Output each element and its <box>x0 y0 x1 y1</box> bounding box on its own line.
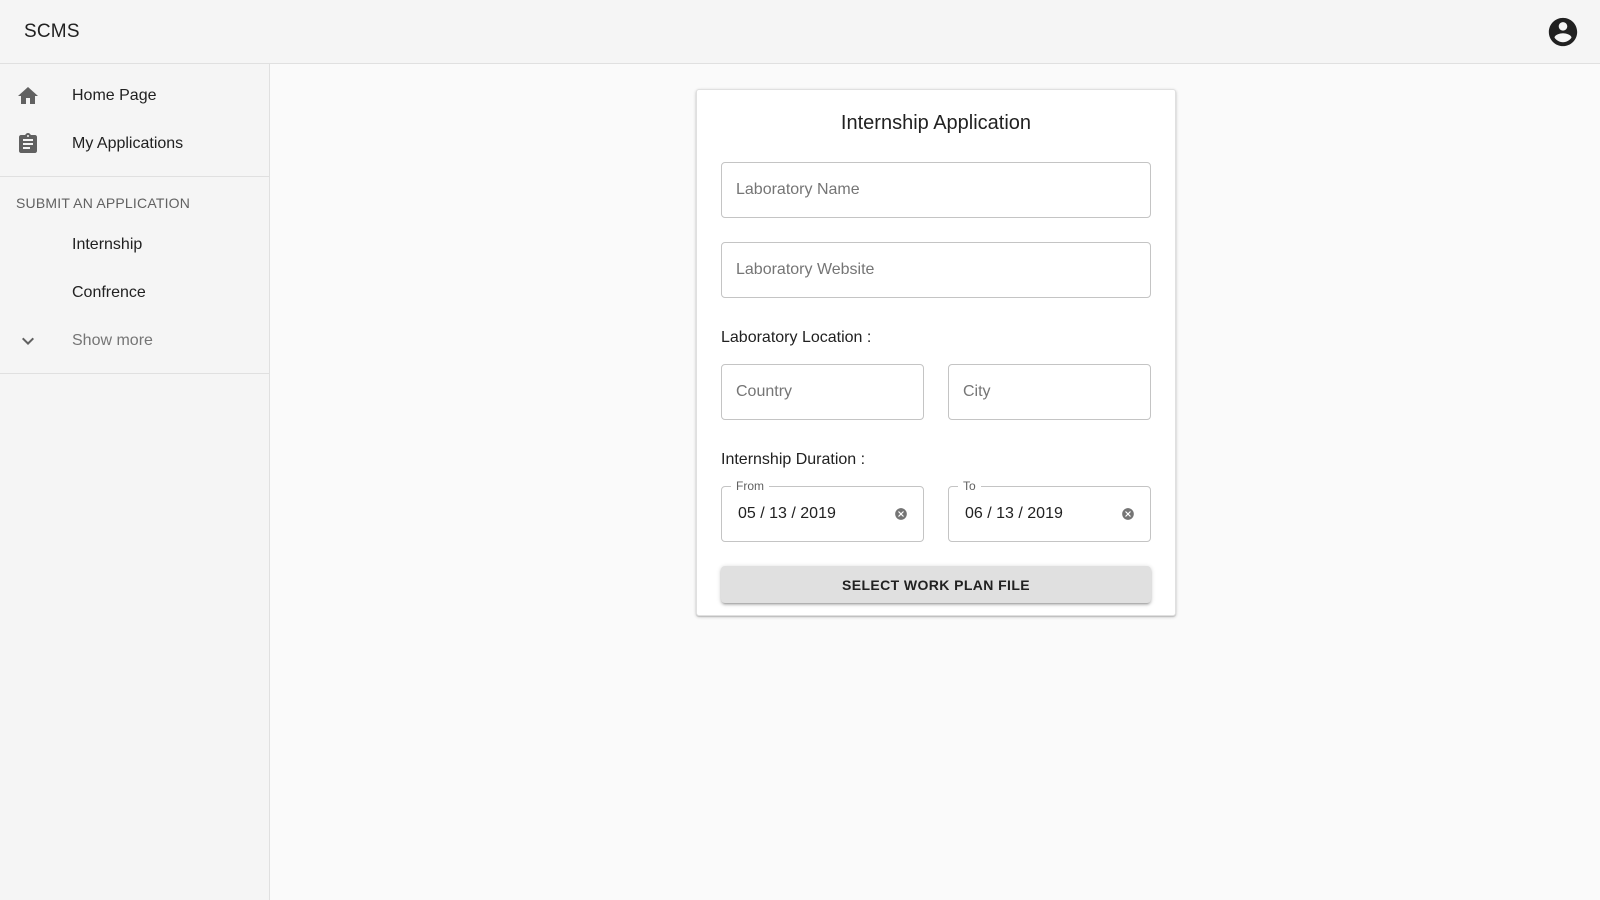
city-field[interactable] <box>948 364 1151 420</box>
chevron-down-icon <box>0 329 72 353</box>
account-button[interactable] <box>1546 15 1580 49</box>
to-date-value[interactable]: 06 / 13 / 2019 <box>949 505 1116 523</box>
country-input[interactable] <box>722 383 923 401</box>
sidebar-item-label: My Applications <box>72 135 184 152</box>
app-bar: SCMS <box>0 0 1600 64</box>
to-date-label: To <box>958 479 981 493</box>
laboratory-website-input[interactable] <box>722 261 1150 279</box>
laboratory-name-input[interactable] <box>722 181 1150 199</box>
country-field[interactable] <box>721 364 924 420</box>
clear-icon[interactable] <box>889 502 913 526</box>
internship-duration-label: Internship Duration : <box>721 451 866 468</box>
sidebar-item-label: Internship <box>72 236 143 253</box>
sidebar-item-my-applications[interactable]: My Applications <box>0 120 269 168</box>
show-more-button[interactable]: Show more <box>0 317 269 365</box>
sidebar-item-label: Home Page <box>72 87 157 104</box>
from-date-label: From <box>731 479 769 493</box>
location-row <box>721 364 1151 420</box>
sidebar: Home Page My Applications SUBMIT AN APPL… <box>0 64 270 900</box>
laboratory-website-field[interactable] <box>721 242 1151 298</box>
sidebar-divider <box>0 373 269 374</box>
duration-row: From 05 / 13 / 2019 To 06 / 13 / 2019 <box>721 479 1151 542</box>
city-input[interactable] <box>949 383 1150 401</box>
clear-icon[interactable] <box>1116 502 1140 526</box>
from-date-field[interactable]: From 05 / 13 / 2019 <box>721 479 924 542</box>
sidebar-item-internship[interactable]: Internship <box>0 221 269 269</box>
sidebar-item-confrence[interactable]: Confrence <box>0 269 269 317</box>
form-title: Internship Application <box>840 112 1032 134</box>
to-date-field[interactable]: To 06 / 13 / 2019 <box>948 479 1151 542</box>
laboratory-name-field[interactable] <box>721 162 1151 218</box>
assignment-icon <box>0 132 72 156</box>
submit-section-header: SUBMIT AN APPLICATION <box>16 195 191 211</box>
show-more-label: Show more <box>72 332 153 349</box>
home-icon <box>0 84 72 108</box>
sidebar-item-label: Confrence <box>72 284 146 301</box>
from-date-value[interactable]: 05 / 13 / 2019 <box>722 505 889 523</box>
account-circle-icon <box>1548 17 1578 46</box>
sidebar-divider <box>0 176 269 177</box>
app-title: SCMS <box>24 20 80 42</box>
select-work-plan-file-button[interactable]: SELECT WORK PLAN FILE <box>721 566 1151 603</box>
internship-application-card: Internship Application Laboratory Locati… <box>696 89 1176 616</box>
laboratory-location-label: Laboratory Location : <box>721 329 872 346</box>
sidebar-item-home[interactable]: Home Page <box>0 72 269 120</box>
